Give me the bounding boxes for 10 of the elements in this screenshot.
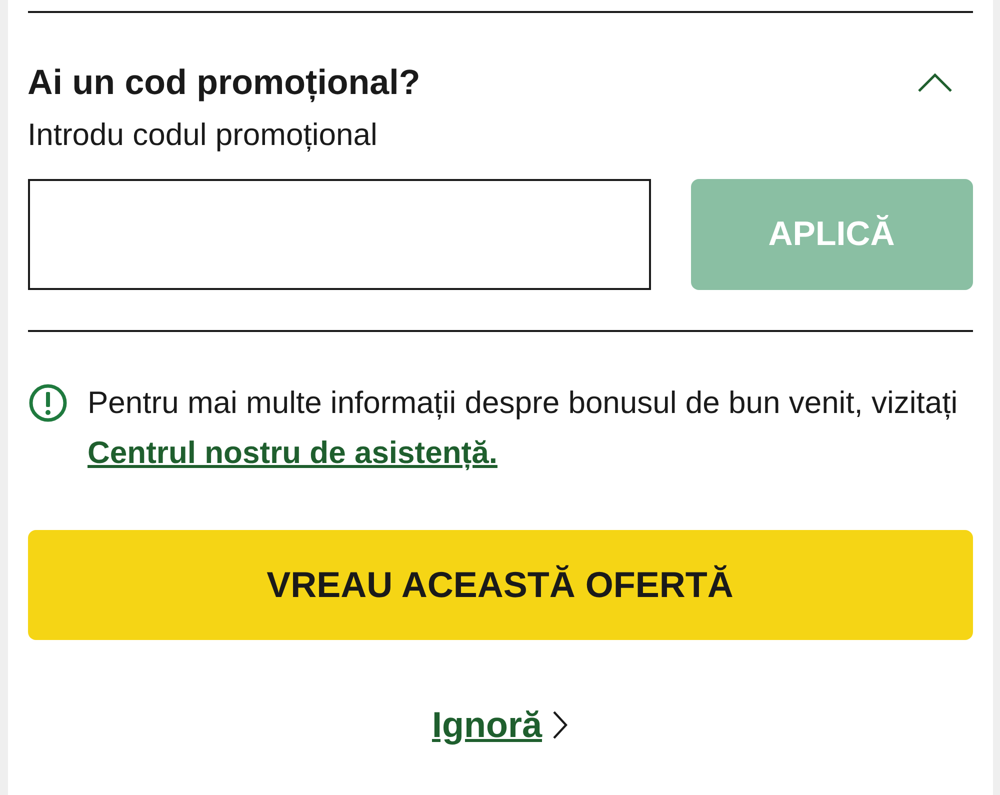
promo-label: Introdu codul promoțional: [28, 117, 378, 153]
info-text: Pentru mai multe informații despre bonusul de bun venit, vizitați Centrul nostru de asistență.: [88, 384, 959, 472]
offer-button[interactable]: VREAU ACEASTĂ OFERTĂ: [28, 530, 972, 640]
promo-title: Ai un cod promoțional?: [28, 63, 420, 103]
chevron-right-icon: [552, 710, 568, 740]
chevron-icon[interactable]: [916, 73, 952, 93]
promo-input-field[interactable]: [28, 179, 650, 290]
info-icon: [28, 383, 68, 423]
skip-link[interactable]: Ignoră: [432, 704, 542, 746]
help-center-link[interactable]: Centrul nostru de asistență.: [88, 435, 498, 470]
